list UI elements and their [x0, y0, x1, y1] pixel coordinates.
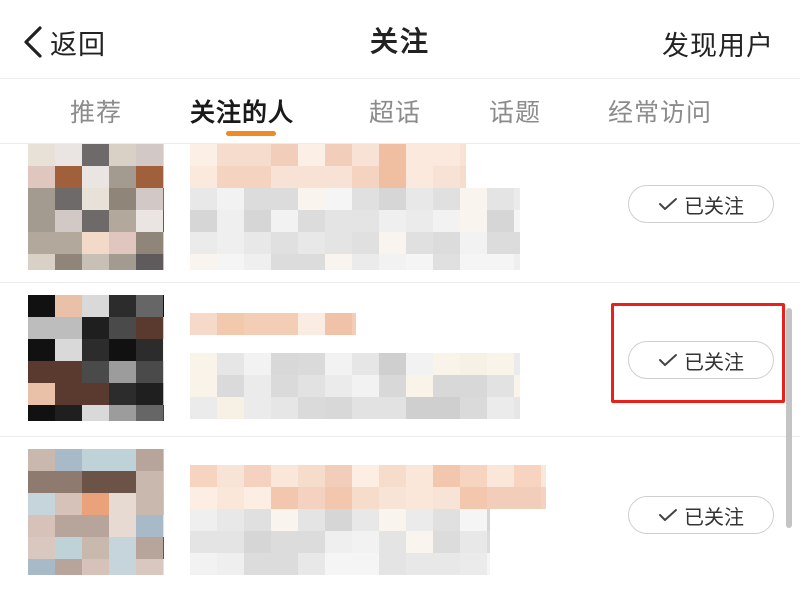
list-item[interactable]: 已关注: [0, 437, 800, 600]
followed-label: 已关注: [684, 504, 744, 529]
discover-users-button[interactable]: 发现用户: [662, 24, 774, 63]
top-nav-bar: 返回 关注 发现用户: [0, 0, 800, 79]
followed-label: 已关注: [684, 193, 744, 218]
tab-super-topic[interactable]: 超话: [369, 93, 421, 129]
followed-button[interactable]: 已关注: [628, 185, 774, 223]
scrollbar[interactable]: [786, 308, 792, 528]
check-icon: [659, 509, 677, 521]
bio-blurred: [190, 188, 520, 270]
username-blurred[interactable]: [190, 144, 466, 188]
red-highlight-box: [611, 303, 785, 403]
avatar[interactable]: [28, 295, 164, 421]
tab-topic[interactable]: 话题: [489, 93, 541, 129]
active-tab-indicator: [226, 131, 276, 136]
tab-frequent-visits[interactable]: 经常访问: [608, 93, 712, 129]
tab-following[interactable]: 关注的人: [190, 93, 294, 129]
username-blurred[interactable]: [190, 313, 356, 335]
bio-blurred: [190, 509, 490, 575]
followed-button[interactable]: 已关注: [628, 496, 774, 534]
tab-recommend[interactable]: 推荐: [70, 93, 122, 129]
bio-blurred: [190, 353, 520, 419]
avatar[interactable]: [28, 449, 164, 575]
tab-bar: 推荐 关注的人 超话 话题 经常访问: [0, 79, 800, 144]
username-blurred[interactable]: [190, 465, 546, 509]
list-item[interactable]: 已关注: [0, 144, 800, 282]
avatar[interactable]: [28, 144, 164, 270]
check-icon: [659, 198, 677, 210]
